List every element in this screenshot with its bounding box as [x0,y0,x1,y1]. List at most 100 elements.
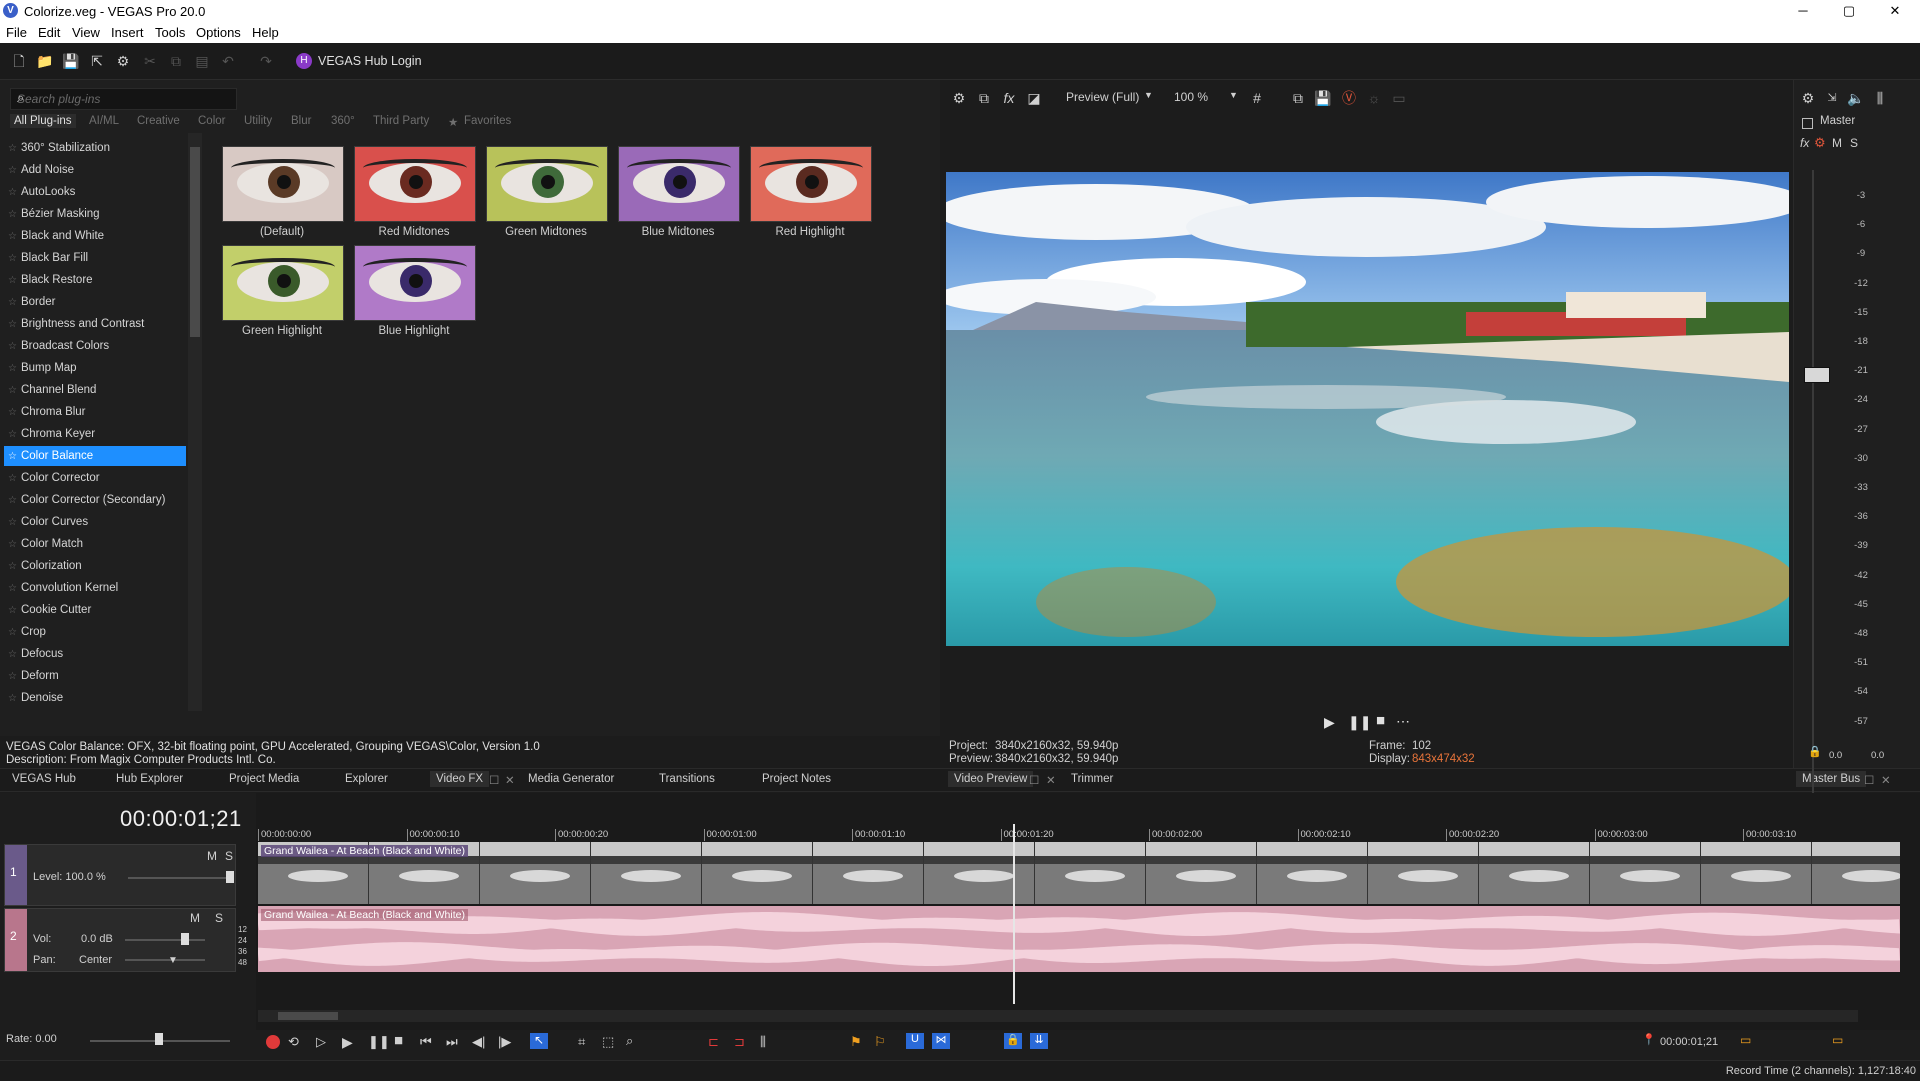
favorite-star-icon[interactable]: ☆ [8,341,17,352]
auto-crossfade-icon[interactable]: ⋈ [932,1033,950,1049]
category-utility[interactable]: Utility [244,115,272,127]
tab-hub-explorer[interactable]: Hub Explorer [116,773,183,785]
tab-video-preview[interactable]: Video Preview [948,771,1034,787]
menu-edit[interactable]: Edit [38,25,60,40]
plugin-search-input[interactable]: Search plug-ins ⌕ [10,88,237,110]
category-color[interactable]: Color [198,115,225,127]
tab-explorer[interactable]: Explorer [345,773,388,785]
favorite-star-icon[interactable]: ☆ [8,407,17,418]
next-frame-icon[interactable]: |▶ [498,1034,511,1050]
plugin-list-item[interactable]: ☆ Add Noise [4,160,186,180]
play-icon[interactable]: ▶ [342,1034,353,1051]
category-360[interactable]: 360° [331,115,355,127]
vol-slider-track[interactable] [125,939,205,941]
tab-vegas-hub[interactable]: VEGAS Hub [12,773,76,785]
play-icon[interactable]: ▶ [1324,714,1335,731]
marker-icon[interactable]: ⚑ [850,1034,862,1050]
pause-icon[interactable]: ❚❚ [1348,714,1371,731]
favorite-star-icon[interactable]: ☆ [8,649,17,660]
plugin-list-item[interactable]: ☆ Color Corrector [4,468,186,488]
record-icon[interactable] [266,1035,280,1049]
plugin-list-item[interactable]: ☆ Cookie Cutter [4,600,186,620]
category-all-plugins[interactable]: All Plug-ins [10,114,76,128]
plugin-list-item[interactable]: ☆ Color Balance [4,446,186,466]
plugin-list-item[interactable]: ☆ Crop [4,622,186,642]
vegas-hub-login-button[interactable]: VEGAS Hub Login [318,54,422,68]
vol-slider-handle[interactable] [181,933,189,945]
timeline-scroll-thumb[interactable] [278,1012,338,1020]
playhead[interactable] [1013,824,1015,1004]
search-icon[interactable]: ⌕ [17,90,232,106]
snap-icon[interactable]: U [906,1033,924,1049]
audio-track-mute[interactable]: M [190,911,200,925]
preset-thumbnail[interactable]: Blue Highlight [354,245,476,337]
sun-icon[interactable]: ☼ [1364,88,1384,108]
category-third-party[interactable]: Third Party [373,115,429,127]
trim-start-icon[interactable]: ⊏ [708,1034,719,1050]
trim-end-icon[interactable]: ⊐ [734,1034,745,1050]
menu-insert[interactable]: Insert [111,25,144,40]
level-slider-track[interactable] [128,877,228,879]
favorite-star-icon[interactable]: ☆ [8,627,17,638]
plugin-list-item[interactable]: ☆ Denoise [4,688,186,708]
undo-icon[interactable]: ↶ [218,51,238,71]
favorite-star-icon[interactable]: ☆ [8,319,17,330]
tab-project-notes[interactable]: Project Notes [762,773,831,785]
tab-trimmer[interactable]: Trimmer [1071,773,1113,785]
grid-icon[interactable]: # [1247,88,1267,108]
video-clip[interactable]: Grand Wailea - At Beach (Black and White… [258,842,1900,904]
zoom-dropdown[interactable]: 100 % [1174,90,1208,104]
split-icon[interactable]: ⫼ [760,1034,766,1050]
save-icon[interactable]: 💾 [61,51,81,71]
favorite-star-icon[interactable]: ☆ [8,671,17,682]
preset-thumbnail[interactable]: Red Midtones [354,146,476,238]
undock-icon[interactable]: ☐ [1029,773,1039,787]
category-favorites[interactable]: Favorites [464,115,511,127]
master-fx-icon[interactable]: fx [1800,136,1809,150]
ignore-grouping-icon[interactable]: ⇊ [1030,1033,1048,1049]
normal-edit-tool-icon[interactable]: ↖ [530,1033,548,1049]
scrollbar-thumb[interactable] [190,147,200,337]
undock-icon[interactable]: ☐ [489,773,499,787]
plugin-list-item[interactable]: ☆ Colorization [4,556,186,576]
video-track-mute[interactable]: M [207,849,217,863]
settings-gear-icon[interactable]: ⚙ [113,51,133,71]
master-mute[interactable]: M [1832,136,1842,150]
cut-icon[interactable]: ✂ [140,51,160,71]
close-tab-icon[interactable]: ✕ [1881,773,1891,787]
copy-snapshot-icon[interactable]: ⧉ [1288,88,1308,108]
lock-icon[interactable]: 🔒 [1808,745,1822,758]
close-tab-icon[interactable]: ✕ [505,773,515,787]
downmix-icon[interactable]: ⇲ [1822,88,1842,108]
favorite-star-icon[interactable]: ☆ [8,231,17,242]
loop-icon[interactable]: ⟲ [288,1034,299,1050]
category-blur[interactable]: Blur [291,115,311,127]
tab-master-bus[interactable]: Master Bus [1796,771,1867,787]
favorite-star-icon[interactable]: ☆ [8,275,17,286]
pause-icon[interactable]: ❚❚ [368,1034,390,1050]
minimize-button[interactable]: ─ [1780,0,1826,22]
tab-transitions[interactable]: Transitions [659,773,715,785]
video-track-solo[interactable]: S [225,849,233,863]
category-creative[interactable]: Creative [137,115,180,127]
tab-media-generator[interactable]: Media Generator [528,773,614,785]
pan-slider-track[interactable] [125,959,205,961]
audio-clip[interactable]: Grand Wailea - At Beach (Black and White… [258,906,1900,972]
plugin-list-item[interactable]: ☆ Black and White [4,226,186,246]
favorite-star-icon[interactable]: ☆ [8,429,17,440]
copy-icon[interactable]: ⧉ [166,51,186,71]
preset-thumbnail[interactable]: Green Highlight [222,245,344,337]
plugin-list-item[interactable]: ☆ 360° Stabilization [4,138,186,158]
close-tab-icon[interactable]: ✕ [1046,773,1056,787]
selection-start-icon[interactable]: ▭ [1740,1033,1751,1047]
menu-help[interactable]: Help [252,25,279,40]
master-gear-icon[interactable]: ⚙ [1814,135,1826,151]
favorite-star-icon[interactable]: ☆ [8,693,17,704]
export-icon[interactable]: ⇱ [87,51,107,71]
vegas-v-icon[interactable]: Ⓥ [1339,88,1359,108]
more-icon[interactable]: ⋯ [1396,713,1410,730]
tab-project-media[interactable]: Project Media [229,773,299,785]
zoom-tool-icon[interactable]: ⌕ [626,1033,633,1049]
plugin-list-item[interactable]: ☆ Bézier Masking [4,204,186,224]
save-snapshot-icon[interactable]: 💾 [1313,88,1333,108]
